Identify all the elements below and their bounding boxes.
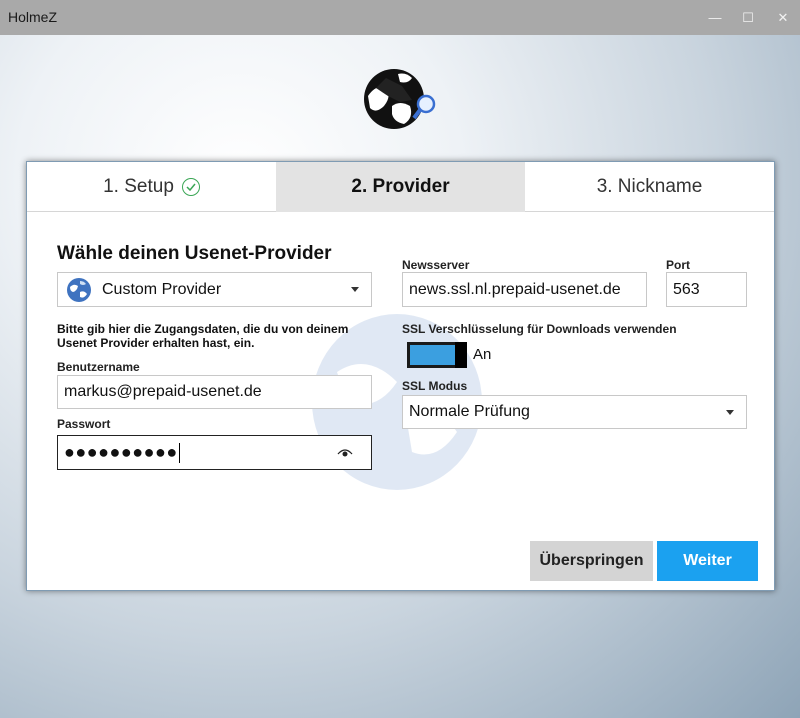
provider-dropdown[interactable]: Custom Provider — [57, 272, 372, 307]
credentials-hint: Bitte gib hier die Zugangsdaten, die du … — [57, 322, 349, 350]
close-button[interactable]: ✕ — [766, 0, 800, 35]
tab-setup-label: 1. Setup — [103, 176, 174, 197]
tab-provider[interactable]: 2. Provider — [276, 162, 525, 212]
ssl-label: SSL Verschlüsselung für Downloads verwen… — [402, 322, 677, 336]
port-input[interactable]: 563 — [666, 272, 747, 307]
tab-nickname[interactable]: 3. Nickname — [525, 162, 774, 212]
newsserver-input[interactable]: news.ssl.nl.prepaid-usenet.de — [402, 272, 647, 307]
wizard-tabs: 1. Setup 2. Provider 3. Nickname — [27, 162, 774, 212]
tab-provider-label: 2. Provider — [351, 176, 450, 197]
ssl-mode-dropdown[interactable]: Normale Prüfung — [402, 395, 747, 429]
username-label: Benutzername — [57, 360, 140, 374]
username-input[interactable]: markus@prepaid-usenet.de — [57, 375, 372, 409]
port-value: 563 — [673, 280, 700, 298]
next-button[interactable]: Weiter — [657, 541, 758, 581]
tab-setup[interactable]: 1. Setup — [27, 162, 276, 212]
text-cursor — [178, 442, 180, 463]
newsserver-value: news.ssl.nl.prepaid-usenet.de — [409, 280, 621, 298]
ssl-mode-label: SSL Modus — [402, 379, 468, 393]
setup-dialog: 1. Setup 2. Provider 3. Nickname Wähle d… — [26, 161, 775, 591]
skip-button[interactable]: Überspringen — [530, 541, 653, 581]
newsserver-label: Newsserver — [402, 258, 470, 272]
toggle-knob — [455, 342, 467, 368]
chevron-down-icon — [351, 287, 359, 292]
port-label: Port — [666, 258, 690, 272]
chevron-down-icon — [726, 410, 734, 415]
password-label: Passwort — [57, 417, 111, 431]
maximize-button[interactable]: ☐ — [731, 0, 765, 35]
tab-nickname-label: 3. Nickname — [596, 176, 703, 197]
ssl-toggle-state: An — [473, 346, 492, 363]
title-bar: HolmeZ — ☐ ✕ — [0, 0, 800, 35]
ssl-mode-value: Normale Prüfung — [409, 403, 530, 420]
globe-icon — [67, 277, 91, 302]
eye-icon[interactable] — [337, 446, 353, 458]
username-value: markus@prepaid-usenet.de — [64, 383, 262, 400]
app-logo-icon — [364, 69, 436, 129]
password-mask: ●●●●●●●●●● — [64, 442, 178, 462]
form-heading: Wähle deinen Usenet-Provider — [57, 243, 332, 264]
ssl-toggle[interactable] — [407, 342, 467, 368]
window-title: HolmeZ — [8, 9, 58, 25]
provider-value: Custom Provider — [102, 280, 222, 298]
minimize-button[interactable]: — — [698, 0, 732, 35]
password-input[interactable]: ●●●●●●●●●● — [57, 435, 372, 470]
check-circle-icon — [181, 178, 200, 196]
